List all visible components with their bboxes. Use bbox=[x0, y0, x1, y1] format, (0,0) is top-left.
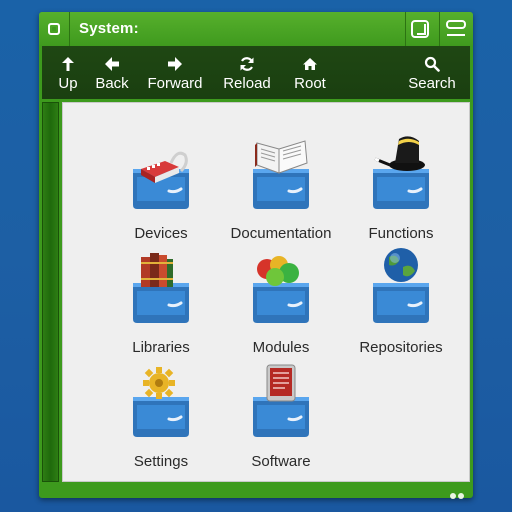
documentation-drawer-icon bbox=[253, 140, 309, 209]
drawer-functions[interactable]: Functions bbox=[341, 133, 461, 243]
drawer-modules[interactable]: Modules bbox=[221, 247, 341, 357]
system-window: System: Up Back Forward Reload Root Sear… bbox=[39, 12, 473, 499]
title-bar[interactable]: System: bbox=[39, 12, 473, 46]
drawer-devices[interactable]: Devices bbox=[101, 133, 221, 243]
toolbar-up-label: Up bbox=[58, 75, 78, 92]
toolbar-root-label: Root bbox=[294, 75, 326, 92]
drawer-repositories[interactable]: Repositories bbox=[341, 247, 461, 357]
toolbar-reload-label: Reload bbox=[223, 75, 271, 92]
modules-drawer-icon bbox=[253, 256, 309, 323]
devices-drawer-icon bbox=[133, 151, 189, 209]
reload-icon bbox=[240, 57, 254, 71]
settings-drawer-icon bbox=[133, 367, 189, 437]
toolbar-forward-button[interactable]: Forward bbox=[145, 46, 205, 99]
home-icon bbox=[303, 58, 317, 70]
toolbar-back-label: Back bbox=[95, 75, 129, 92]
arrow-up-icon bbox=[62, 57, 74, 71]
arrow-right-icon bbox=[168, 57, 182, 71]
toolbar-back-button[interactable]: Back bbox=[92, 46, 132, 99]
zoom-gadget-icon[interactable] bbox=[445, 20, 467, 38]
drawer-libraries-label: Libraries bbox=[132, 339, 190, 356]
drawer-documentation-label: Documentation bbox=[230, 225, 332, 242]
grip-dot bbox=[450, 493, 456, 499]
drawer-settings-label: Settings bbox=[133, 453, 189, 470]
toolbar-forward-label: Forward bbox=[147, 75, 203, 92]
title-separator bbox=[405, 12, 406, 46]
drawer-devices-label: Devices bbox=[134, 225, 188, 242]
toolbar-search-label: Search bbox=[408, 75, 456, 92]
title-separator bbox=[439, 12, 440, 46]
search-icon bbox=[424, 56, 440, 72]
drawer-software[interactable]: Software bbox=[221, 361, 341, 471]
functions-drawer-icon bbox=[373, 136, 429, 209]
resize-grip[interactable] bbox=[448, 486, 464, 504]
toolbar-reload-button[interactable]: Reload bbox=[218, 46, 276, 99]
left-scroll-bar[interactable] bbox=[42, 102, 59, 482]
drawer-functions-label: Functions bbox=[368, 225, 434, 242]
window-title: System: bbox=[79, 20, 139, 37]
drawer-repositories-label: Repositories bbox=[359, 339, 443, 356]
toolbar-up-button[interactable]: Up bbox=[48, 46, 88, 99]
drawer-libraries[interactable]: Libraries bbox=[101, 247, 221, 357]
title-separator bbox=[69, 12, 70, 46]
repositories-drawer-icon bbox=[373, 248, 429, 323]
depth-gadget-icon[interactable] bbox=[411, 20, 429, 38]
libraries-drawer-icon bbox=[133, 253, 189, 323]
toolbar: Up Back Forward Reload Root Search bbox=[42, 46, 470, 99]
status-bar bbox=[42, 484, 470, 499]
close-button[interactable] bbox=[48, 23, 60, 35]
drawer-software-label: Software bbox=[251, 453, 311, 470]
drawer-documentation[interactable]: Documentation bbox=[221, 133, 341, 243]
arrow-left-icon bbox=[105, 57, 119, 71]
drawer-modules-label: Modules bbox=[252, 339, 310, 356]
toolbar-root-button[interactable]: Root bbox=[287, 46, 333, 99]
software-drawer-icon bbox=[253, 364, 309, 437]
drawer-settings[interactable]: Settings bbox=[101, 361, 221, 471]
drawer-icon-area: Devices Documentation Functions Librarie… bbox=[62, 102, 470, 482]
grip-dot bbox=[458, 493, 464, 499]
toolbar-search-button[interactable]: Search bbox=[403, 46, 461, 99]
